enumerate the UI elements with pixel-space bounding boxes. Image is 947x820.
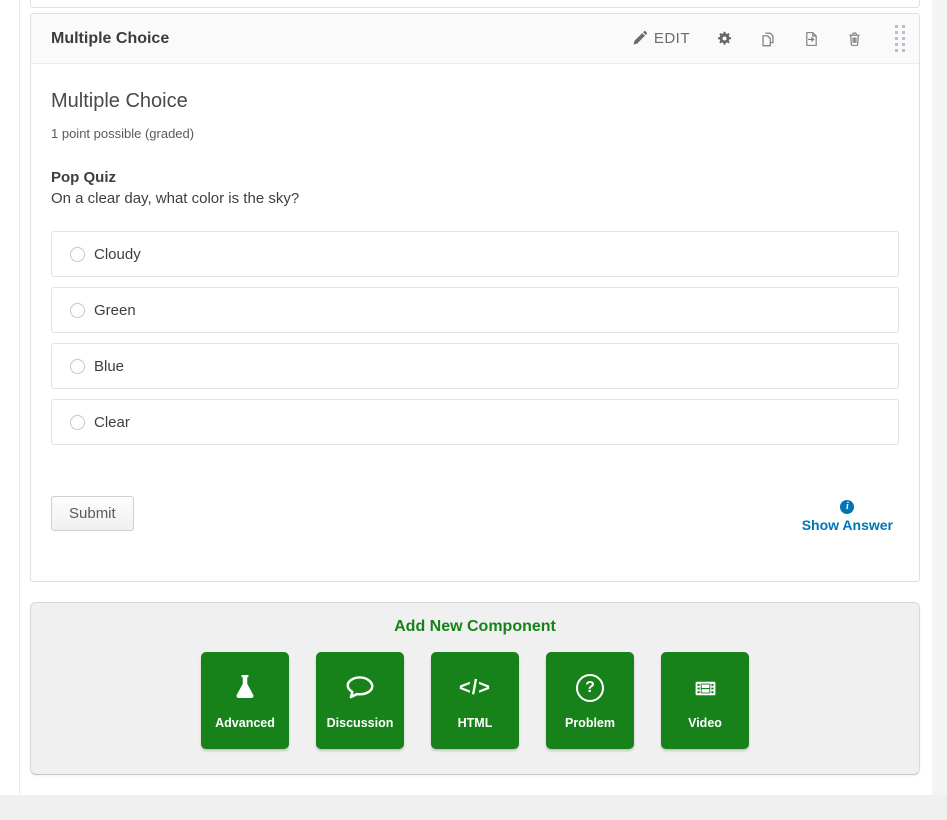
move-icon [803, 30, 820, 48]
points-possible-text: 1 point possible (graded) [51, 126, 899, 141]
component-title: Multiple Choice [51, 30, 169, 48]
add-discussion-button[interactable]: Discussion [316, 652, 404, 749]
answer-option-blue[interactable]: Blue [51, 343, 899, 389]
answer-option-label: Clear [94, 414, 130, 431]
problem-body: Multiple Choice 1 point possible (graded… [31, 64, 919, 533]
code-icon: </> [459, 671, 491, 705]
add-video-button[interactable]: Video [661, 652, 749, 749]
gear-icon [716, 30, 733, 47]
problem-action-row: Submit i Show Answer [51, 496, 899, 533]
radio-button[interactable] [70, 303, 85, 318]
add-html-button[interactable]: </> HTML [431, 652, 519, 749]
answer-options: Cloudy Green Blue Clear [51, 231, 899, 445]
radio-button[interactable] [70, 359, 85, 374]
edit-button-label: EDIT [654, 30, 690, 47]
component-button-label: Problem [565, 716, 615, 730]
unit-container-edge [19, 0, 20, 795]
info-circle-icon: i [840, 500, 854, 514]
component-button-label: Video [688, 716, 722, 730]
question-heading: Pop Quiz [51, 169, 899, 186]
previous-component-card-edge [30, 0, 920, 8]
component-button-label: HTML [458, 716, 493, 730]
multiple-choice-component-card: Multiple Choice EDIT [30, 13, 920, 582]
delete-button[interactable] [846, 30, 863, 48]
page-footer-band [0, 795, 947, 820]
film-strip-icon [690, 671, 721, 705]
question-circle-icon: ? [576, 671, 604, 705]
pencil-icon [632, 31, 647, 46]
component-actions: EDIT [632, 25, 905, 52]
answer-option-label: Blue [94, 358, 124, 375]
flask-icon [232, 671, 258, 705]
move-button[interactable] [803, 30, 820, 48]
page-right-gutter [932, 0, 947, 795]
speech-bubble-icon [344, 671, 376, 705]
show-answer-block: i Show Answer [802, 496, 893, 533]
problem-title: Multiple Choice [51, 90, 899, 113]
add-new-component-title: Add New Component [31, 618, 919, 636]
answer-option-label: Cloudy [94, 246, 141, 263]
settings-button[interactable] [716, 30, 733, 47]
answer-option-clear[interactable]: Clear [51, 399, 899, 445]
answer-option-label: Green [94, 302, 136, 319]
duplicate-button[interactable] [759, 30, 777, 48]
drag-handle-icon[interactable] [895, 25, 905, 52]
component-type-buttons: Advanced Discussion </> HTML ? Problem [31, 652, 919, 749]
duplicate-icon [759, 30, 777, 48]
component-header: Multiple Choice EDIT [31, 14, 919, 64]
radio-button[interactable] [70, 415, 85, 430]
trash-icon [846, 30, 863, 48]
question-text: On a clear day, what color is the sky? [51, 190, 899, 207]
add-problem-button[interactable]: ? Problem [546, 652, 634, 749]
code-glyph: </> [459, 677, 491, 700]
radio-button[interactable] [70, 247, 85, 262]
add-new-component-panel: Add New Component Advanced Discussion </… [30, 602, 920, 775]
edit-button[interactable]: EDIT [632, 30, 690, 47]
answer-option-green[interactable]: Green [51, 287, 899, 333]
question-glyph: ? [576, 674, 604, 702]
component-button-label: Discussion [327, 716, 394, 730]
submit-button[interactable]: Submit [51, 496, 134, 531]
answer-option-cloudy[interactable]: Cloudy [51, 231, 899, 277]
add-advanced-button[interactable]: Advanced [201, 652, 289, 749]
component-button-label: Advanced [215, 716, 275, 730]
show-answer-link[interactable]: Show Answer [802, 517, 893, 533]
